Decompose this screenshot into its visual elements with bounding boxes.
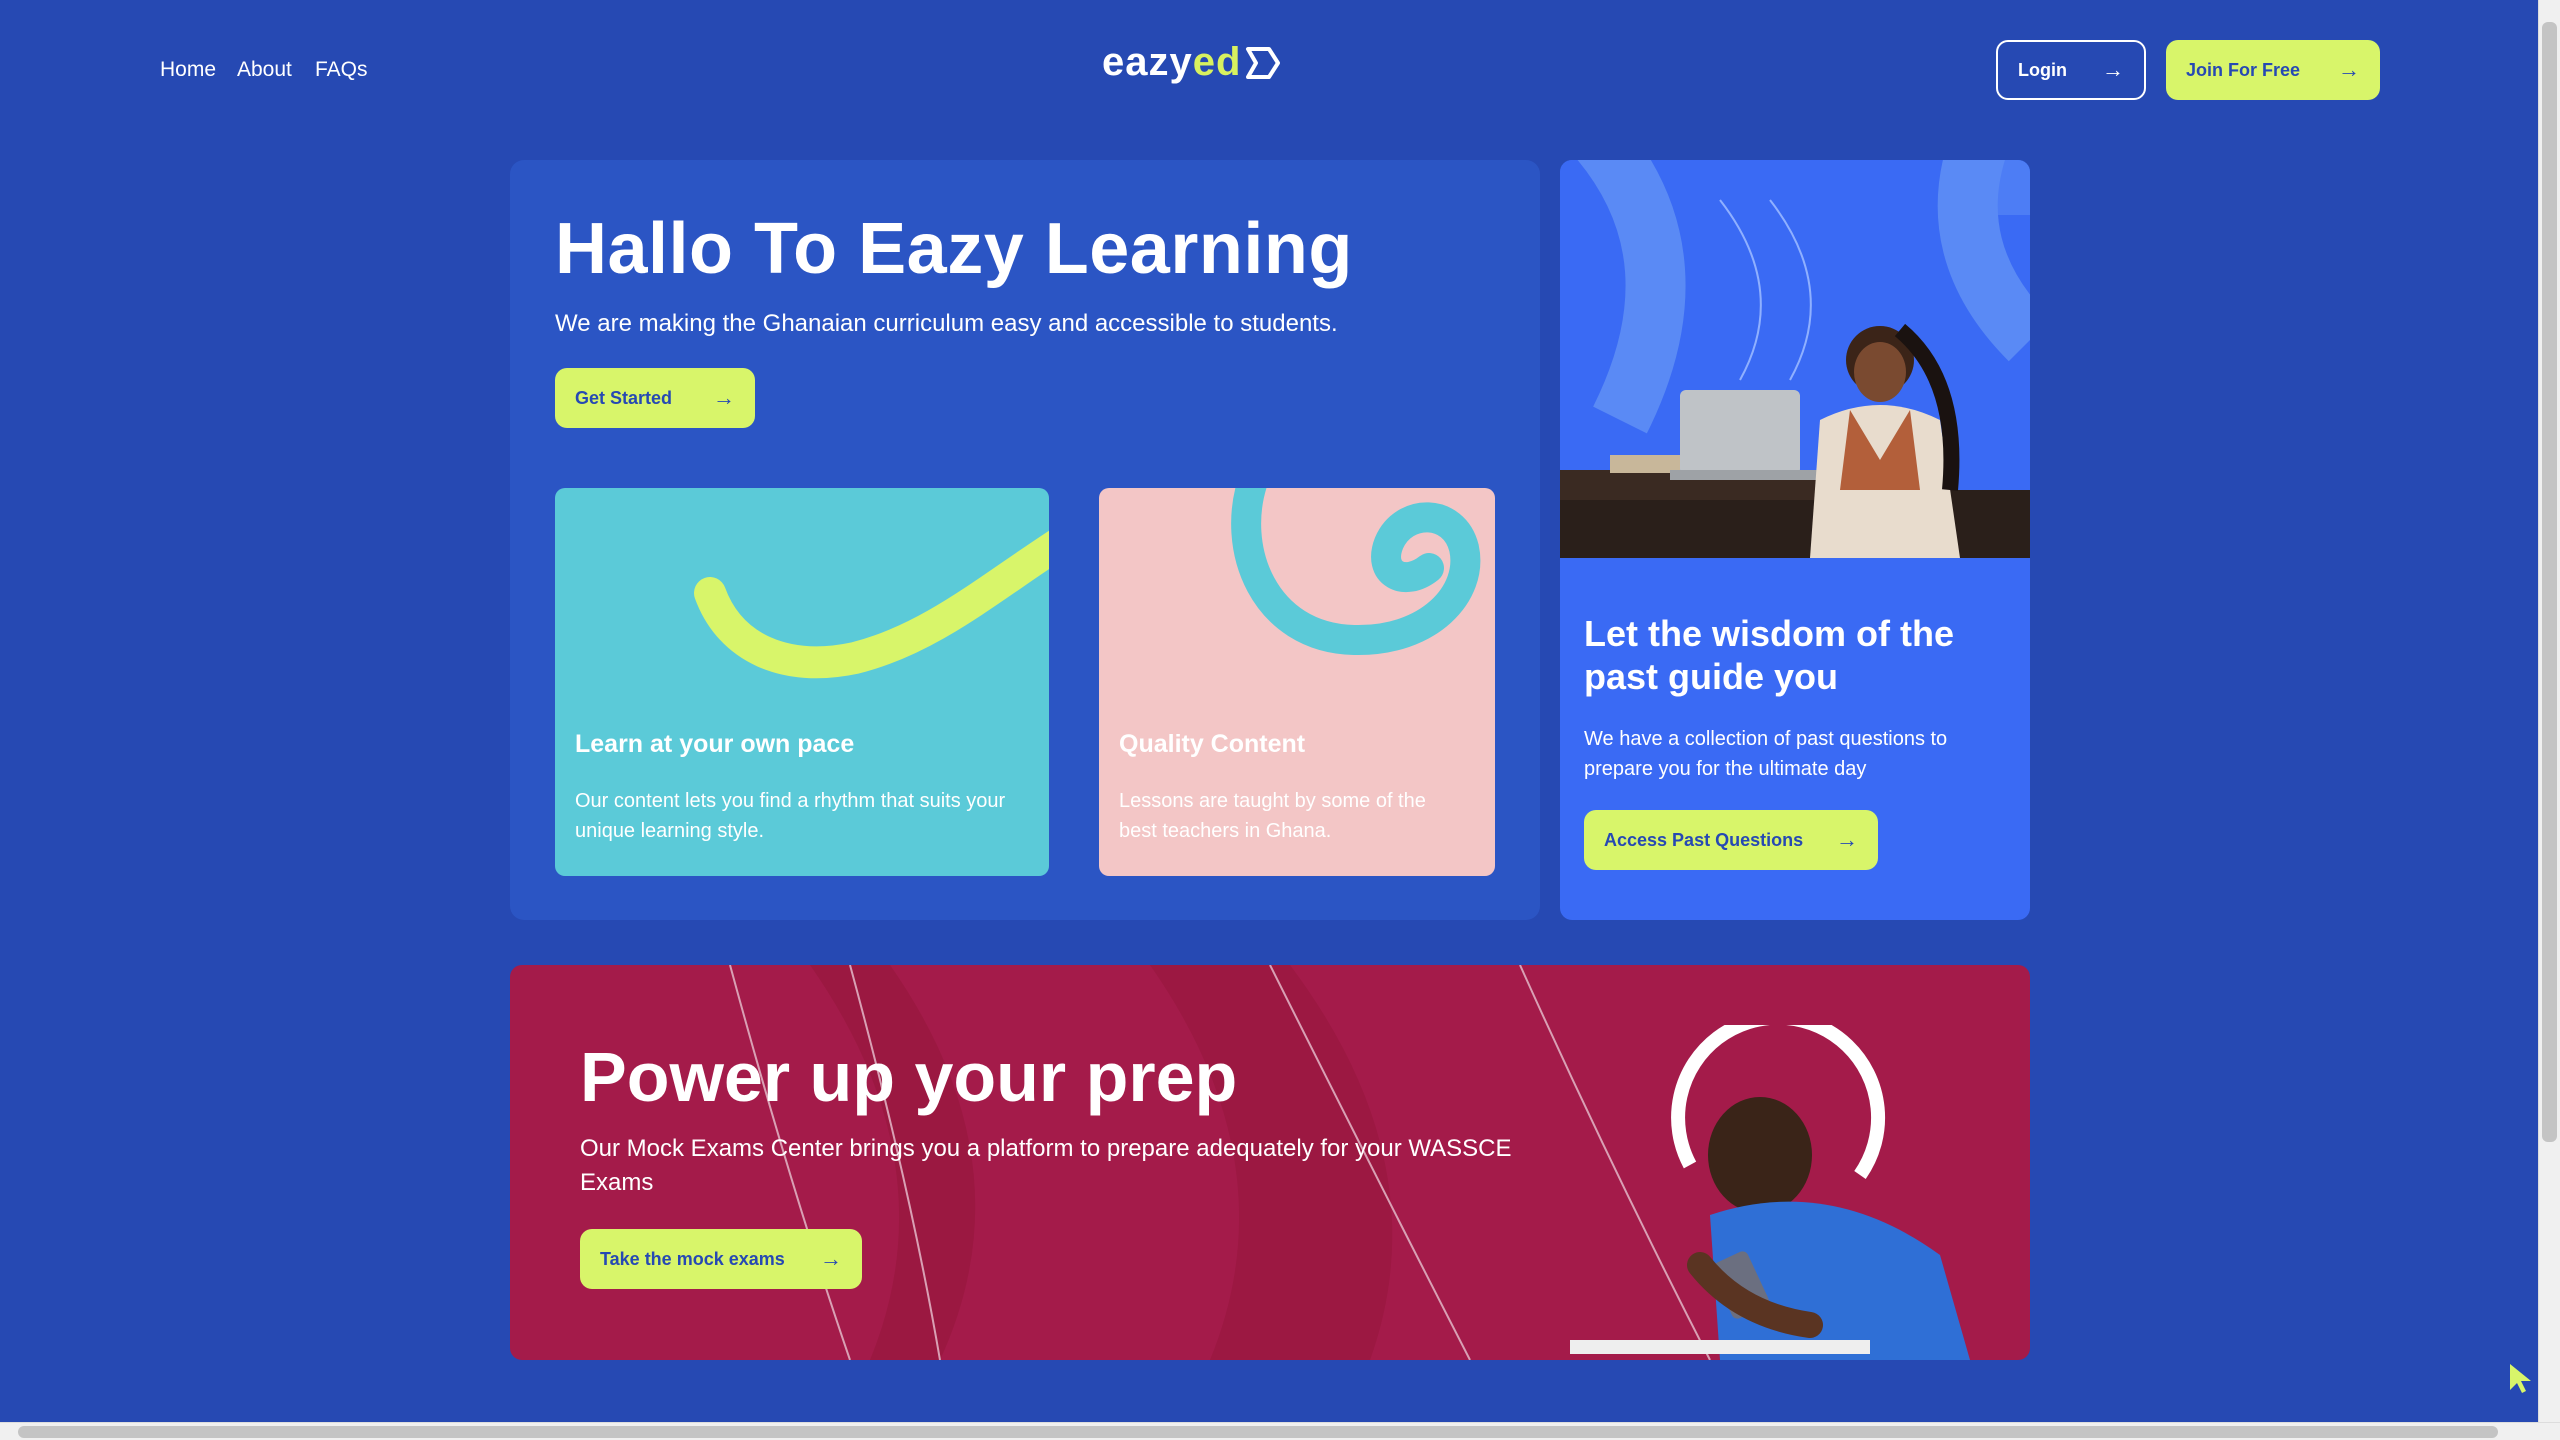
past-questions-card: Let the wisdom of the past guide you We … xyxy=(1560,160,2030,920)
hero-title: Hallo To Eazy Learning xyxy=(555,209,1353,289)
banner-title: Power up your prep xyxy=(580,1038,1238,1116)
student-phone-photo xyxy=(1570,1010,2030,1360)
mock-label: Take the mock exams xyxy=(600,1248,785,1269)
card-body: Lessons are taught by some of the best t… xyxy=(1119,790,1426,842)
arrow-right-icon: → xyxy=(2102,57,2124,82)
arrow-right-icon: → xyxy=(820,1246,842,1271)
scrollbar-thumb[interactable] xyxy=(2542,22,2557,1142)
get-started-label: Get Started xyxy=(575,387,673,408)
mouse-cursor-icon xyxy=(2510,1364,2531,1393)
access-past-questions-button[interactable]: Access Past Questions → xyxy=(1584,810,1878,870)
vertical-scrollbar[interactable] xyxy=(2538,0,2560,1422)
hero-subtitle: We are making the Ghanaian curriculum ea… xyxy=(555,310,1338,337)
card-learn-pace: Learn at your own pace Our content lets … xyxy=(555,488,1049,876)
photo-illustration xyxy=(1560,160,2030,558)
banner-body: Our Mock Exams Center brings you a platf… xyxy=(580,1135,1512,1196)
logo-tag-icon xyxy=(1246,46,1281,79)
arrow-right-icon: → xyxy=(713,385,735,410)
nav-about-link[interactable]: About xyxy=(237,58,292,82)
join-for-free-button[interactable]: Join For Free → xyxy=(2166,40,2380,100)
past-questions-body: We have a collection of past questions t… xyxy=(1584,728,1948,780)
scrollbar-thumb[interactable] xyxy=(18,1426,2498,1438)
login-button[interactable]: Login → xyxy=(1996,40,2146,100)
mock-exams-banner: Power up your prep Our Mock Exams Center… xyxy=(510,965,2030,1360)
arrow-right-icon: → xyxy=(1836,827,1858,852)
nav-faqs-link[interactable]: FAQs xyxy=(315,58,368,82)
card-title: Quality Content xyxy=(1119,730,1306,758)
get-started-button[interactable]: Get Started → xyxy=(555,368,755,428)
past-questions-title: Let the wisdom of the past guide you xyxy=(1584,613,1955,697)
horizontal-scrollbar[interactable] xyxy=(0,1422,2560,1440)
hero-section: Hallo To Eazy Learning We are making the… xyxy=(510,160,1540,920)
card-title: Learn at your own pace xyxy=(575,730,855,758)
login-label: Login xyxy=(2018,59,2067,80)
card-quality-content: Quality Content Lessons are taught by so… xyxy=(1099,488,1495,876)
logo-text-eazy: eazy xyxy=(1102,40,1193,84)
card-body: Our content lets you find a rhythm that … xyxy=(575,790,1006,842)
nav-home-link[interactable]: Home xyxy=(160,58,216,82)
eazyed-logo[interactable]: eazy ed xyxy=(1102,40,1281,85)
join-label: Join For Free xyxy=(2186,59,2301,80)
student-laptop-photo xyxy=(1560,160,2030,558)
take-mock-exams-button[interactable]: Take the mock exams → xyxy=(580,1229,862,1289)
access-label: Access Past Questions xyxy=(1604,829,1804,850)
arrow-right-icon: → xyxy=(2338,57,2360,82)
photo-illustration xyxy=(1570,1010,1970,1360)
logo-text-ed: ed xyxy=(1192,40,1242,84)
